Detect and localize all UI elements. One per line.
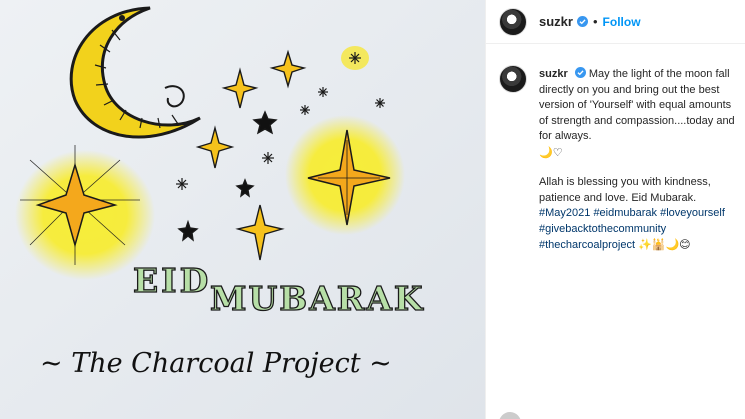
post-side-panel: suzkr • Follow suzkr May the light of th… <box>485 0 745 419</box>
separator-dot: • <box>592 14 598 29</box>
signature-text: ~ The Charcoal Project ~ <box>40 348 392 379</box>
hashtag-thecharcoalproject[interactable]: #thecharcoalproject <box>539 239 635 251</box>
caption-text-1: May the light of the moon fall directly … <box>539 68 735 142</box>
caption-avatar[interactable] <box>499 65 527 93</box>
eid-mubarak-artwork: EID MUBARAK ~ The Charcoal Project ~ <box>0 0 485 419</box>
moon-heart-emoji: 🌙♡ <box>539 145 563 159</box>
comment-avatar <box>499 412 521 419</box>
caption-emojis: ✨🕌🌙😊 <box>638 238 691 251</box>
hashtag-eidmubarak[interactable]: #eidmubarak <box>593 207 657 219</box>
caption: suzkr May the light of the moon fall dir… <box>486 44 745 254</box>
hashtag-may2021[interactable]: #May2021 <box>539 207 590 219</box>
post-header: suzkr • Follow <box>486 0 745 44</box>
hashtag-givebacktothecommunity[interactable]: #givebacktothecommunity <box>539 223 666 235</box>
instagram-post-embed: EID MUBARAK ~ The Charcoal Project ~ suz… <box>0 0 745 419</box>
post-image[interactable]: EID MUBARAK ~ The Charcoal Project ~ <box>0 0 485 419</box>
follow-button[interactable]: Follow <box>603 15 641 29</box>
avatar[interactable] <box>499 7 527 36</box>
hashtag-loveyourself[interactable]: #loveyourself <box>660 207 725 219</box>
greeting-eid: EID <box>133 261 211 300</box>
verified-badge-icon <box>574 67 586 78</box>
caption-username-link[interactable]: suzkr <box>539 68 568 80</box>
verified-badge-icon <box>576 16 588 27</box>
username-link[interactable]: suzkr <box>539 14 573 29</box>
caption-body: suzkr May the light of the moon fall dir… <box>539 67 735 254</box>
caption-text-2: Allah is blessing you with kindness, pat… <box>539 176 711 204</box>
greeting-mubarak: MUBARAK <box>210 279 425 318</box>
